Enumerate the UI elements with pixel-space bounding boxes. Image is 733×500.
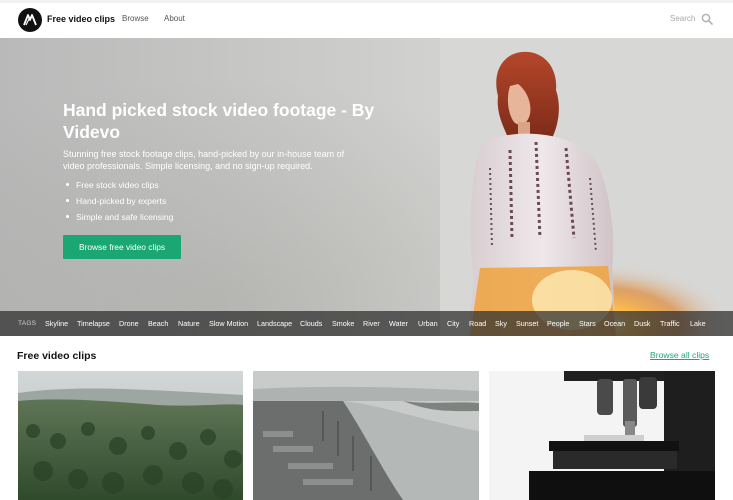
tags-label: TAGS <box>18 320 37 327</box>
hero-feature-item: Free stock video clips <box>66 177 173 193</box>
bullet-icon <box>66 199 69 203</box>
clip-thumbnail-microscope[interactable] <box>489 371 715 500</box>
bullet-icon <box>66 215 69 219</box>
tag-river[interactable]: River <box>363 319 380 328</box>
clip-thumbnail-forest[interactable] <box>18 371 243 500</box>
hero-feature-list: Free stock video clips Hand-picked by ex… <box>66 177 173 225</box>
browse-all-clips-link[interactable]: Browse all clips <box>650 350 709 360</box>
tag-bar: TAGS Skyline Timelapse Drone Beach Natur… <box>0 311 733 336</box>
section-title: Free video clips <box>17 350 97 362</box>
tag-clouds[interactable]: Clouds <box>300 319 322 328</box>
tag-road[interactable]: Road <box>469 319 486 328</box>
tag-urban[interactable]: Urban <box>418 319 438 328</box>
browse-free-clips-button[interactable]: Browse free video clips <box>63 235 181 259</box>
hero-feature-item: Hand-picked by experts <box>66 193 173 209</box>
tag-lake[interactable]: Lake <box>690 319 706 328</box>
tag-city[interactable]: City <box>447 319 459 328</box>
nav-browse-link[interactable]: Browse <box>122 14 149 23</box>
nav-about-link[interactable]: About <box>164 14 185 23</box>
hero-woman-sunset-image <box>440 38 733 336</box>
tag-drone[interactable]: Drone <box>119 319 139 328</box>
hero-banner: Hand picked stock video footage - By Vid… <box>0 38 733 336</box>
tag-ocean[interactable]: Ocean <box>604 319 625 328</box>
tag-beach[interactable]: Beach <box>148 319 168 328</box>
search-icon[interactable] <box>701 13 713 25</box>
brand-name[interactable]: Free video clips <box>47 14 115 24</box>
tag-smoke[interactable]: Smoke <box>332 319 354 328</box>
tag-skyline[interactable]: Skyline <box>45 319 68 328</box>
tag-timelapse[interactable]: Timelapse <box>77 319 110 328</box>
hero-description: Stunning free stock footage clips, hand-… <box>63 149 345 171</box>
hero-feature-item: Simple and safe licensing <box>66 209 173 225</box>
tag-people[interactable]: People <box>547 319 569 328</box>
hero-title: Hand picked stock video footage - By Vid… <box>63 100 375 142</box>
tag-sunset[interactable]: Sunset <box>516 319 538 328</box>
hero-feature-text: Free stock video clips <box>76 180 159 190</box>
tag-sky[interactable]: Sky <box>495 319 507 328</box>
clip-thumbnail-port[interactable] <box>253 371 479 500</box>
site-header: Free video clips Browse About Search <box>0 3 733 38</box>
tag-nature[interactable]: Nature <box>178 319 200 328</box>
hero-feature-text: Simple and safe licensing <box>76 212 174 222</box>
tag-landscape[interactable]: Landscape <box>257 319 292 328</box>
videvo-logo-icon[interactable] <box>18 8 42 32</box>
bullet-icon <box>66 183 69 187</box>
hero-feature-text: Hand-picked by experts <box>76 196 167 206</box>
tag-dusk[interactable]: Dusk <box>634 319 650 328</box>
tag-slow-motion[interactable]: Slow Motion <box>209 319 248 328</box>
tag-traffic[interactable]: Traffic <box>660 319 680 328</box>
tag-water[interactable]: Water <box>389 319 408 328</box>
tag-stars[interactable]: Stars <box>579 319 596 328</box>
search-input[interactable]: Search <box>670 14 695 23</box>
